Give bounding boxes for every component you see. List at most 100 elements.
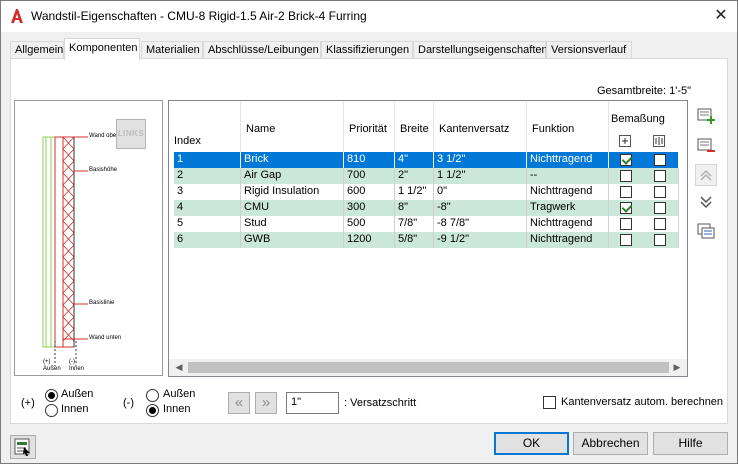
cell-prioritaet[interactable]: 1200 [344,232,395,248]
scroll-right-icon[interactable]: ▶ [671,361,683,374]
tab-komponenten[interactable]: Komponenten [64,38,140,60]
minus-aussen-label[interactable]: Außen [163,388,195,400]
table-row[interactable]: 3 Rigid Insulation 600 1 1/2" 0" Nichttragend [174,184,679,200]
cell-name[interactable]: Brick [241,152,344,168]
plus-aussen-label[interactable]: Außen [61,388,93,400]
ok-button[interactable]: OK [494,432,569,455]
header-name[interactable]: Name [241,101,344,152]
remove-component-button[interactable] [695,134,717,156]
cell-breite[interactable]: 2" [395,168,434,184]
table-row[interactable]: 6 GWB 1200 5/8" -9 1/2" Nichttragend [174,232,679,248]
cell-kantenversatz[interactable]: -8" [434,200,527,216]
tab-darstellungseigenschaften[interactable]: Darstellungseigenschaften [413,41,548,59]
cell-prioritaet[interactable]: 600 [344,184,395,200]
cell-name[interactable]: Rigid Insulation [241,184,344,200]
cell-funktion[interactable]: -- [527,168,609,184]
table-row[interactable]: 1 Brick 810 4" 3 1/2" Nichttragend [174,152,679,168]
double-chevron-right-icon: » [261,394,271,411]
links-button[interactable]: LINKS [116,119,146,149]
cell-funktion[interactable]: Nichttragend [527,216,609,232]
offset-step-label: : Versatzschritt [344,397,417,409]
autocalc-checkbox[interactable] [543,396,556,409]
cell-index[interactable]: 4 [174,200,241,216]
table-row[interactable]: 4 CMU 300 8" -8" Tragwerk [174,200,679,216]
plus-innen-radio[interactable] [45,404,58,417]
dimension-plus-checkbox[interactable] [620,234,632,246]
dimension-plus-checkbox[interactable] [620,186,632,198]
table-row[interactable]: 5 Stud 500 7/8" -8 7/8" Nichttragend [174,216,679,232]
cell-kantenversatz[interactable]: -8 7/8" [434,216,527,232]
close-icon[interactable]: ✕ [709,5,733,27]
tab-allgemein[interactable]: Allgemein [10,41,64,59]
scroll-thumb[interactable] [188,362,669,373]
minus-innen-radio[interactable] [146,404,159,417]
tab-klassifizierungen[interactable]: Klassifizierungen [321,41,413,59]
tab-versionsverlauf[interactable]: Versionsverlauf [546,41,632,59]
dimension-plus-checkbox[interactable] [620,154,632,166]
dimension-minus-checkbox[interactable] [654,202,666,214]
cell-prioritaet[interactable]: 500 [344,216,395,232]
cell-kantenversatz[interactable]: 1 1/2" [434,168,527,184]
move-up-button[interactable] [695,164,717,186]
tab-abschluesse-leibungen[interactable]: Abschlüsse/Leibungen [203,41,321,59]
dimension-minus-checkbox[interactable] [654,218,666,230]
settings-button[interactable] [10,435,36,459]
cell-index[interactable]: 6 [174,232,241,248]
dimension-minus-checkbox[interactable] [654,234,666,246]
header-prioritaet[interactable]: Priorität [344,101,395,152]
cell-funktion[interactable]: Nichttragend [527,152,609,168]
cell-index[interactable]: 2 [174,168,241,184]
cell-breite[interactable]: 7/8" [395,216,434,232]
autocalc-label[interactable]: Kantenversatz autom. berechnen [561,396,723,408]
dimension-plus-checkbox[interactable] [620,202,632,214]
horizontal-scrollbar[interactable]: ◀ ▶ [169,359,687,376]
offset-step-input[interactable]: 1" [286,392,339,414]
scroll-left-icon[interactable]: ◀ [173,361,185,374]
cell-prioritaet[interactable]: 300 [344,200,395,216]
cell-breite[interactable]: 8" [395,200,434,216]
offset-increase-button[interactable]: » [255,392,277,414]
dimension-minus-icon [653,135,665,147]
dimension-plus-checkbox[interactable] [620,170,632,182]
tab-materialien[interactable]: Materialien [141,41,203,59]
dimension-minus-checkbox[interactable] [654,186,666,198]
header-bemassung[interactable]: Bemaßung [609,101,677,152]
copy-component-button[interactable] [695,220,717,242]
cell-prioritaet[interactable]: 810 [344,152,395,168]
header-index[interactable]: Index [169,101,241,152]
cell-index[interactable]: 1 [174,152,241,168]
dimension-minus-checkbox[interactable] [654,154,666,166]
add-component-button[interactable] [695,104,717,126]
cell-name[interactable]: CMU [241,200,344,216]
offset-decrease-button[interactable]: « [228,392,250,414]
header-funktion[interactable]: Funktion [527,101,609,152]
cell-kantenversatz[interactable]: 3 1/2" [434,152,527,168]
table-row[interactable]: 2 Air Gap 700 2" 1 1/2" -- [174,168,679,184]
cell-breite[interactable]: 5/8" [395,232,434,248]
cell-funktion[interactable]: Nichttragend [527,232,609,248]
cell-breite[interactable]: 1 1/2" [395,184,434,200]
cell-name[interactable]: Stud [241,216,344,232]
cell-funktion[interactable]: Tragwerk [527,200,609,216]
cell-name[interactable]: Air Gap [241,168,344,184]
cell-prioritaet[interactable]: 700 [344,168,395,184]
dimension-minus-checkbox[interactable] [654,170,666,182]
cell-name[interactable]: GWB [241,232,344,248]
move-down-button[interactable] [695,191,717,213]
cell-kantenversatz[interactable]: 0" [434,184,527,200]
cancel-button[interactable]: Abbrechen [573,432,648,455]
minus-aussen-radio[interactable] [146,389,159,402]
dialog-settings-icon [14,438,30,456]
cell-funktion[interactable]: Nichttragend [527,184,609,200]
cell-index[interactable]: 5 [174,216,241,232]
cell-breite[interactable]: 4" [395,152,434,168]
cell-kantenversatz[interactable]: -9 1/2" [434,232,527,248]
minus-innen-label[interactable]: Innen [163,403,191,415]
help-button[interactable]: Hilfe [653,432,728,455]
plus-innen-label[interactable]: Innen [61,403,89,415]
cell-index[interactable]: 3 [174,184,241,200]
plus-aussen-radio[interactable] [45,389,58,402]
dimension-plus-checkbox[interactable] [620,218,632,230]
header-kantenversatz[interactable]: Kantenversatz [434,101,527,152]
header-breite[interactable]: Breite [395,101,434,152]
